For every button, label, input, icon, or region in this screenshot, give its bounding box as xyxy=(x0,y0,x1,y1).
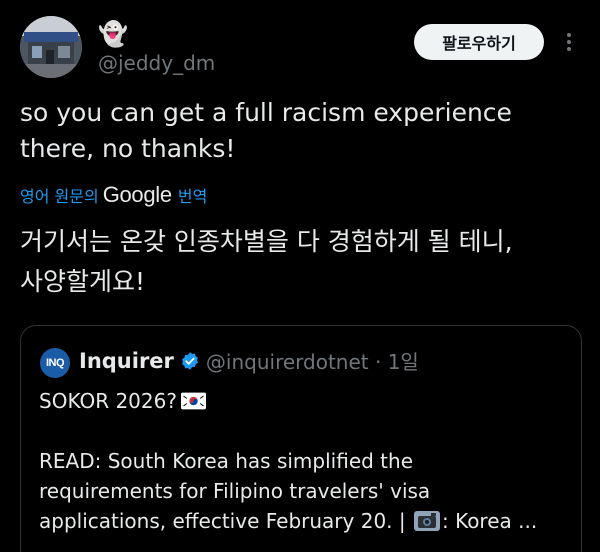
quote-handle-time: @inquirerdotnet · 1일 xyxy=(205,350,419,374)
quote-line: requirements for Filipino travelers' vis… xyxy=(39,479,431,503)
translated-line: 거기서는 온갖 인종차별을 다 경험하게 될 테니, xyxy=(20,227,513,256)
tweet-text: so you can get a full racism experience … xyxy=(20,98,512,163)
translate-suffix: 번역 xyxy=(177,187,208,206)
translate-link[interactable]: 영어 원문의 Google 번역 xyxy=(20,180,207,210)
quote-line: READ: South Korea has simplified the xyxy=(39,449,414,473)
google-logo: Google xyxy=(102,182,172,207)
quote-avatar[interactable]: INQ xyxy=(40,348,70,378)
quote-line: applications, effective February 20. | :… xyxy=(39,509,538,533)
display-name[interactable]: 👻 xyxy=(98,20,128,48)
more-options-icon[interactable] xyxy=(561,30,577,56)
quote-author-name[interactable]: Inquirer xyxy=(79,349,174,373)
quote-spacer xyxy=(39,416,569,446)
quote-body: SOKOR 2026? READ: South Korea has simpli… xyxy=(39,386,569,536)
avatar[interactable] xyxy=(20,16,82,78)
quote-header: Inquirer @inquirerdotnet · 1일 xyxy=(79,346,419,375)
quote-line: SOKOR 2026? xyxy=(39,386,569,416)
south-korea-flag-icon xyxy=(180,392,206,410)
quote-tweet-card[interactable]: INQ Inquirer @inquirerdotnet · 1일 SOKOR … xyxy=(20,325,582,552)
camera-icon xyxy=(413,511,440,531)
follow-button[interactable]: 팔로우하기 xyxy=(414,24,544,60)
translate-prefix: 영어 원문의 xyxy=(20,187,99,206)
author-handle[interactable]: @jeddy_dm xyxy=(98,50,215,76)
translated-text: 거기서는 온갖 인종차별을 다 경험하게 될 테니, 사양할게요! xyxy=(20,222,580,302)
verified-badge-icon xyxy=(181,351,198,370)
translated-line: 사양할게요! xyxy=(20,267,146,296)
